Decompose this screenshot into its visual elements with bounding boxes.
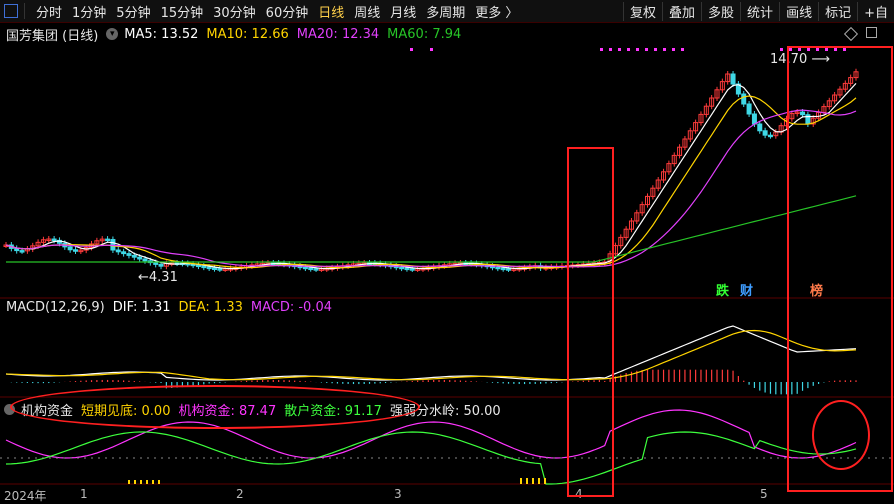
short-bottom-bar [520,478,522,484]
candle-body [126,253,132,256]
candle-body [767,134,773,138]
candle-body [495,266,501,270]
candle-body [746,103,752,115]
candle-body [201,265,207,269]
badge-cai-text: 财 [740,284,754,299]
signal-dot [600,48,603,51]
low-price-text: 4.31 [148,270,178,285]
candle-body [105,238,111,242]
candle-body [313,268,319,271]
candle-body [757,123,763,132]
ma20-line [5,109,857,268]
badge-die[interactable]: 跌 [716,280,729,299]
annotation-box-breakout [567,147,614,497]
signal-dot [636,48,639,51]
signal-dot [627,48,630,51]
candle-body [131,254,137,258]
short-bottom-bar [526,478,528,484]
short-bottom-bar [158,480,160,484]
candle-body [137,256,143,260]
signal-dot [618,48,621,51]
short-bottom-bar [152,480,154,484]
candle-body [506,268,512,271]
candle-body [500,267,506,271]
ma60-line [6,195,857,263]
candle-body [302,266,308,270]
short-bottom-bar [532,478,534,484]
short-bottom-bar [134,480,136,484]
short-bottom-bar [538,478,540,484]
candle-body [19,250,25,253]
annotation-ellipse-legend [10,385,420,429]
annotation-circle-lines [812,400,870,470]
signal-dot [681,48,684,51]
low-price-label: ←4.31 [138,270,178,285]
candle-body [115,249,121,253]
candle-body [409,268,415,271]
badge-cai[interactable]: 财 [740,280,753,299]
dea-line [5,329,857,381]
candle-body [67,246,73,251]
candle-body [730,73,736,85]
macd-legend: MACD(12,26,9) DIF: 1.31 DEA: 1.33 MACD: … [6,300,332,315]
candle-body [217,268,223,271]
dea-value: DEA: 1.33 [178,300,243,315]
signal-dot [663,48,666,51]
ma5-line [5,82,857,270]
signal-dot [645,48,648,51]
ma10-line [5,95,857,269]
candle-body [762,130,768,136]
dif-value: DIF: 1.31 [112,300,171,315]
candle-body [404,267,410,271]
candle-body [206,266,212,270]
arrow-left-icon: ← [138,270,149,285]
candle-body [110,238,116,251]
macd-title: MACD(12,26,9) [6,300,105,315]
signal-dot [780,48,783,51]
candle-body [142,258,148,262]
candle-body [72,249,78,252]
axis-label-0: 2024年 [4,489,47,503]
signal-dot [609,48,612,51]
candle-body [51,238,57,242]
candle-body [121,251,127,255]
candle-body [399,266,405,270]
short-bottom-bar [128,480,130,484]
signal-dot [430,48,433,51]
candle-body [211,267,217,271]
signal-dot [672,48,675,51]
signal-dot [410,48,413,51]
candle-body [195,264,201,268]
badge-die-text: 跌 [716,284,730,299]
candle-body [741,93,747,105]
short-bottom-bar [544,478,546,484]
short-bottom-bar [140,480,142,484]
dif-line [5,325,857,381]
signal-dot [654,48,657,51]
candle-body [153,262,159,265]
macd-value: MACD: -0.04 [250,300,332,315]
short-bottom-bar [146,480,148,484]
candle-body [308,267,314,271]
candle-body [158,263,164,267]
candle-body [751,113,757,125]
